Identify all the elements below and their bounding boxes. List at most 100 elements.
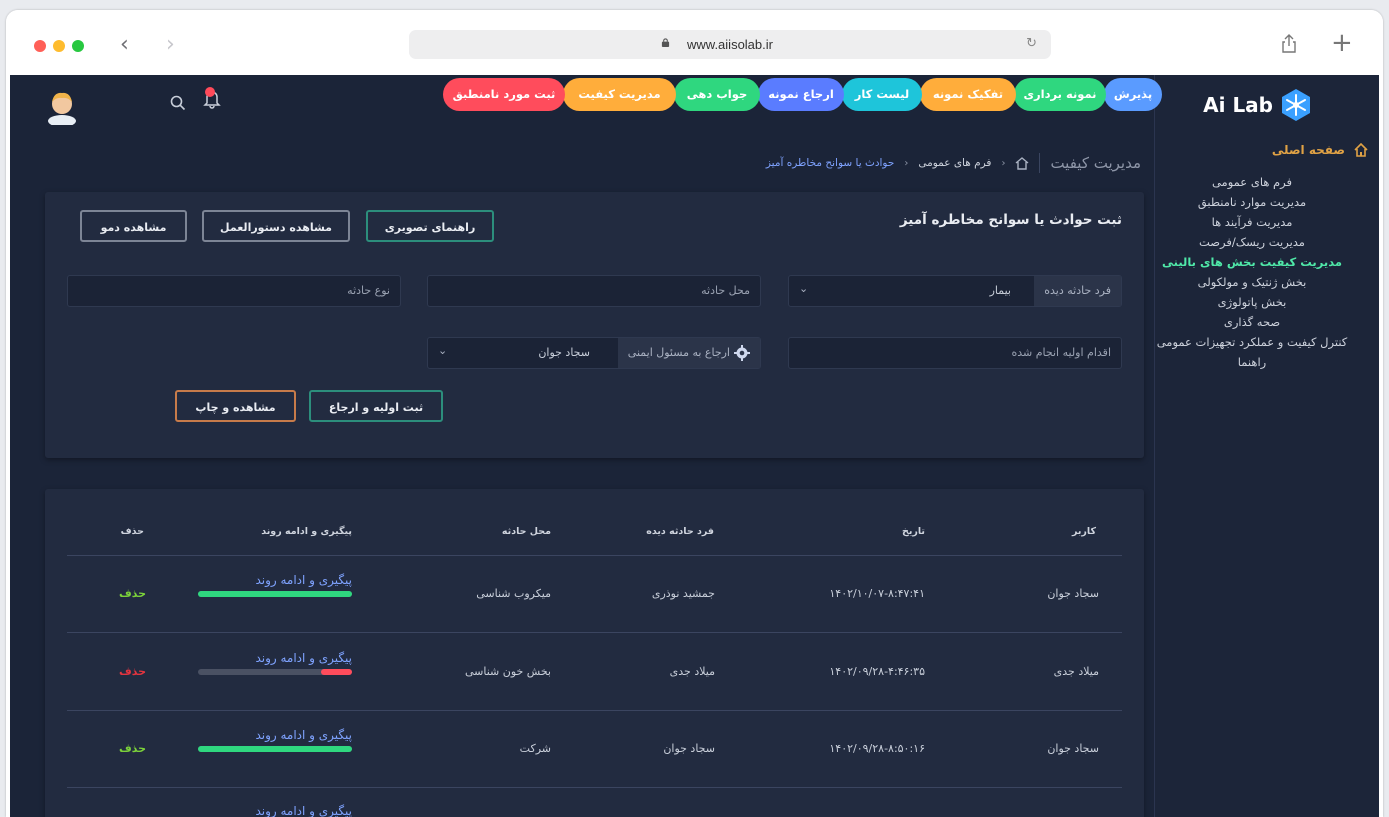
browser-toolbar: ‹ › www.aiisolab.ir ↻ +	[6, 10, 1383, 75]
url-text: www.aiisolab.ir	[687, 37, 773, 52]
logo-text: Ai Lab	[1203, 93, 1273, 117]
column-header-followup: پیگیری و ادامه روند	[261, 526, 352, 537]
chevron-down-icon: ⌄	[438, 344, 448, 357]
followup-link[interactable]: پیگیری و ادامه روند	[255, 728, 352, 742]
gear-icon	[734, 345, 750, 361]
delete-link[interactable]: حذف	[119, 665, 146, 678]
initial-action-input[interactable]: اقدام اولیه انجام شده	[788, 337, 1122, 369]
column-header-delete: حذف	[120, 526, 144, 537]
followup-link[interactable]: پیگیری و ادامه روند	[255, 804, 352, 817]
progress-fill	[198, 746, 352, 752]
nav-reception[interactable]: پذیرش	[1104, 78, 1162, 111]
sidebar-item-clinical-quality[interactable]: مدیریت کیفیت بخش های بالینی	[1155, 252, 1379, 272]
sidebar-item-processes[interactable]: مدیریت فرآیند ها	[1155, 212, 1379, 232]
submit-and-refer-button[interactable]: ثبت اولیه و ارجاع	[309, 390, 443, 422]
chevron-down-icon: ⌄	[799, 282, 809, 295]
back-arrow-icon[interactable]: ‹	[120, 32, 129, 57]
sidebar-item-pathology[interactable]: بخش پاتولوژی	[1155, 292, 1379, 312]
cell-date: ۱۴۰۲/۱۰/۰۷-۸:۴۷:۴۱	[829, 587, 925, 600]
demo-button[interactable]: مشاهده دمو	[80, 210, 187, 242]
breadcrumb-general-forms[interactable]: فرم های عمومی	[918, 157, 991, 169]
nav-nonconformity-record[interactable]: ثبت مورد نامنطبق	[443, 78, 565, 111]
column-header-user: کاربر	[1071, 526, 1096, 537]
sidebar-item-nonconformity[interactable]: مدیریت موارد نامنطبق	[1155, 192, 1379, 212]
cell-place: میکروب شناسی	[476, 587, 551, 600]
notification-badge: ۲	[205, 87, 215, 97]
safety-officer-select[interactable]: ارجاع به مسئول ایمنی سجاد جوان ⌄	[427, 337, 761, 369]
injured-person-value: بیمار	[989, 284, 1011, 297]
progress-fill	[321, 669, 352, 675]
progress-bar	[198, 591, 352, 597]
close-window-button[interactable]	[34, 40, 46, 52]
cell-user: سجاد جوان	[1047, 587, 1099, 600]
reload-icon[interactable]: ↻	[1026, 36, 1037, 51]
incidents-table-card: کاربر تاریخ فرد حادثه دیده محل حادثه پیگ…	[45, 489, 1144, 817]
progress-bar	[198, 669, 352, 675]
snowflake-logo-icon	[1282, 89, 1310, 121]
sidebar-item-general-forms[interactable]: فرم های عمومی	[1155, 172, 1379, 192]
chevron-left-icon: ‹	[904, 157, 909, 169]
cell-user: سجاد جوان	[1047, 742, 1099, 755]
column-header-place: محل حادثه	[501, 526, 551, 537]
followup-link[interactable]: پیگیری و ادامه روند	[255, 573, 352, 587]
followup-link[interactable]: پیگیری و ادامه روند	[255, 651, 352, 665]
share-icon[interactable]	[1281, 34, 1297, 54]
sidebar-item-validation[interactable]: صحه گذاری	[1155, 312, 1379, 332]
browser-window: ‹ › www.aiisolab.ir ↻ + Ai Lab صفحه اصلی…	[6, 10, 1383, 817]
sidebar-item-help[interactable]: راهنما	[1155, 352, 1379, 372]
nav-sample-referral[interactable]: ارجاع نمونه	[758, 78, 844, 111]
cell-place: بخش خون شناسی	[464, 665, 551, 678]
form-title: ثبت حوادث یا سوانح مخاطره آمیز	[899, 212, 1122, 228]
progress-bar	[198, 746, 352, 752]
chevron-left-icon: ‹	[1001, 157, 1006, 169]
row-divider	[67, 710, 1122, 711]
nav-sampling[interactable]: نمونه برداری	[1014, 78, 1106, 111]
incident-location-input[interactable]: محل حادثه	[427, 275, 761, 307]
image-guide-button[interactable]: راهنمای تصویری	[366, 210, 494, 242]
nav-sample-separation[interactable]: تفکیک نمونه	[920, 78, 1016, 111]
home-icon[interactable]	[1015, 156, 1029, 170]
incident-form-card: ثبت حوادث یا سوانح مخاطره آمیز راهنمای ت…	[45, 192, 1144, 458]
row-divider	[67, 632, 1122, 633]
avatar[interactable]	[46, 89, 78, 125]
cell-date: ۱۴۰۲/۰۹/۲۸-۸:۵۰:۱۶	[829, 742, 925, 755]
home-icon	[1354, 143, 1368, 157]
row-divider	[67, 787, 1122, 788]
new-tab-icon[interactable]: +	[1331, 28, 1353, 58]
page-title: مدیریت کیفیت	[1050, 154, 1141, 172]
injured-person-select[interactable]: فرد حادثه دیده بیمار ⌄	[788, 275, 1122, 307]
nav-quality-management[interactable]: مدیریت کیفیت	[563, 78, 676, 111]
app-viewport: Ai Lab صفحه اصلی فرم های عمومی مدیریت مو…	[10, 75, 1379, 817]
delete-link[interactable]: حذف	[119, 742, 146, 755]
view-and-print-button[interactable]: مشاهده و چاپ	[175, 390, 296, 422]
maximize-window-button[interactable]	[72, 40, 84, 52]
search-icon[interactable]	[170, 95, 186, 111]
instructions-button[interactable]: مشاهده دستورالعمل	[202, 210, 350, 242]
minimize-window-button[interactable]	[53, 40, 65, 52]
nav-reporting[interactable]: جواب دهی	[674, 78, 760, 111]
cell-person: سجاد جوان	[663, 742, 715, 755]
incident-type-input[interactable]: نوع حادثه	[67, 275, 401, 307]
safety-officer-value: سجاد جوان	[538, 346, 590, 359]
sidebar-item-risk[interactable]: مدیریت ریسک/فرصت	[1155, 232, 1379, 252]
cell-date: ۱۴۰۲/۰۹/۲۸-۴:۴۶:۳۵	[829, 665, 925, 678]
address-bar[interactable]: www.aiisolab.ir ↻	[409, 30, 1051, 59]
nav-worklist[interactable]: لیست کار	[842, 78, 922, 111]
sidebar-menu: فرم های عمومی مدیریت موارد نامنطبق مدیری…	[1155, 172, 1379, 372]
forward-arrow-icon[interactable]: ›	[166, 32, 175, 57]
sidebar-item-home[interactable]: صفحه اصلی	[1272, 143, 1369, 157]
sidebar-item-equipment-qc[interactable]: کنترل کیفیت و عملکرد تجهیزات عمومی	[1155, 332, 1379, 352]
progress-fill	[198, 591, 352, 597]
sidebar-home-label: صفحه اصلی	[1271, 143, 1345, 157]
column-header-date: تاریخ	[901, 526, 925, 537]
cell-place: شرکت	[519, 742, 551, 755]
column-header-person: فرد حادثه دیده	[646, 526, 714, 537]
safety-officer-label: ارجاع به مسئول ایمنی	[617, 338, 760, 368]
logo: Ai Lab	[1203, 87, 1313, 123]
breadcrumb-current: حوادث یا سوانح مخاطره آمیز	[765, 157, 895, 169]
breadcrumb: مدیریت کیفیت ‹ فرم های عمومی ‹ حوادث یا …	[766, 153, 1141, 173]
sidebar-item-genetics[interactable]: بخش ژنتیک و مولکولی	[1155, 272, 1379, 292]
delete-link[interactable]: حذف	[119, 587, 146, 600]
injured-person-label: فرد حادثه دیده	[1034, 276, 1121, 306]
cell-user: میلاد جدی	[1053, 665, 1099, 678]
